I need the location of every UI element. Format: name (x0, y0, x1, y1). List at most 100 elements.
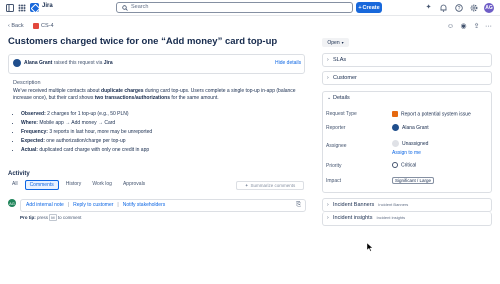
notifications-icon[interactable] (439, 3, 448, 12)
bullet-key: Observed: (21, 111, 46, 117)
reporter-name-text: Alana Grant (402, 124, 429, 131)
summarize-comments-button[interactable]: ✦ Summarize comments (236, 181, 304, 190)
bullet-key: Frequency: (21, 129, 48, 135)
reporter-line: Alana Grant raised this request via Jira (24, 60, 113, 66)
comment-editor[interactable]: Add internal note | Reply to customer | Noti… (20, 199, 306, 212)
sidebar-toggle-icon[interactable] (5, 3, 14, 12)
issue-type-icon (33, 23, 39, 29)
mouse-cursor-icon (366, 242, 374, 254)
assign-to-me-link[interactable]: Assign to me (392, 150, 421, 156)
notify-stakeholders-link[interactable]: Notify stakeholders (123, 202, 166, 208)
request-type-icon (392, 111, 398, 117)
customer-section[interactable]: › Customer (322, 71, 492, 85)
description-text[interactable]: We’ve received multiple contacts about d… (13, 88, 303, 102)
reporter-avatar (392, 124, 399, 131)
share-icon[interactable]: ⇪ (472, 22, 481, 30)
bullet-text: one authorization/charge per top-up (44, 138, 126, 144)
priority-text: Critical (401, 162, 417, 169)
back-link[interactable]: ‹ Back (8, 23, 24, 29)
incident-banners-header: › Incident Banners Incident Banners (327, 202, 408, 208)
reporter-value[interactable]: Alana Grant (392, 124, 429, 131)
comment-action-links: Add internal note | Reply to customer | Noti… (26, 202, 165, 208)
tab-work-log[interactable]: Work log (88, 180, 116, 190)
create-button[interactable]: + Create (356, 2, 382, 13)
list-item: Expected: one authorization/charge per t… (21, 137, 303, 146)
bullet-text: duplicated card charge with only one cre… (37, 147, 150, 153)
status-label: Open (327, 39, 340, 46)
unassigned-avatar-icon (392, 140, 399, 147)
description-text-part: We’ve received multiple contacts about (13, 88, 102, 94)
sparkle-icon: ✦ (244, 182, 249, 188)
bullet-key: Where: (21, 120, 38, 126)
list-item: Observed: 2 charges for 1 top-up (e.g., … (21, 110, 303, 119)
request-type-value[interactable]: Report a potential system issue (392, 111, 471, 117)
reply-to-customer-link[interactable]: Reply to customer (73, 202, 113, 208)
tab-all[interactable]: All (8, 180, 22, 190)
incident-insights-tag: Incident insights (376, 215, 406, 220)
back-label: Back (11, 23, 24, 29)
tab-approvals[interactable]: Approvals (119, 180, 149, 190)
priority-label: Priority (326, 163, 342, 169)
slas-section[interactable]: › SLAs (322, 53, 492, 67)
impact-label: Impact (326, 178, 342, 184)
jira-logo-icon[interactable] (30, 3, 39, 12)
pro-tip-text: to comment (56, 215, 82, 220)
list-item: Frequency: 3 reports in last hour, more … (21, 128, 303, 137)
pro-tip-label: Pro tip: (20, 215, 36, 220)
incident-insights-section[interactable]: › Incident insights Incident insights (322, 212, 492, 226)
tab-comments[interactable]: Comments (24, 180, 59, 190)
list-item: Actual: duplicated card charge with only… (21, 146, 303, 155)
reporter-avatar (13, 59, 21, 67)
app-name[interactable]: Jira (42, 3, 53, 9)
svg-text:?: ? (457, 5, 460, 11)
customer-header: › Customer (327, 75, 357, 81)
details-header[interactable]: ⌄ Details (327, 95, 350, 101)
summarize-label: Summarize comments (250, 183, 296, 188)
watch-eye-icon[interactable]: ◉ (459, 22, 468, 30)
more-actions-icon[interactable]: ··· (484, 22, 493, 30)
impact-tag: Significant / Large (392, 177, 435, 184)
bullet-key: Actual: (21, 147, 38, 153)
issue-title[interactable]: Customers charged twice for one “Add mon… (8, 36, 277, 47)
incident-banners-tag: Incident Banners (378, 202, 409, 207)
slas-label: SLAs (333, 57, 347, 63)
activity-heading: Activity (8, 171, 30, 177)
priority-value[interactable]: Critical (392, 162, 416, 168)
assignee-value[interactable]: Unassigned (392, 140, 428, 147)
customer-label: Customer (333, 75, 357, 81)
bullet-text: 2 charges for 1 top-up (e.g., 50 PLN) (45, 111, 129, 117)
impact-value[interactable]: Significant / Large (392, 177, 435, 184)
tab-history[interactable]: History (62, 180, 86, 190)
reporter-name[interactable]: Alana Grant (24, 60, 52, 66)
hide-details-link[interactable]: Hide details (275, 60, 301, 66)
app-switcher-icon[interactable] (17, 3, 26, 12)
description-label: Description (13, 80, 41, 86)
add-internal-note-link[interactable]: Add internal note (26, 202, 64, 208)
keyboard-key: M (49, 214, 57, 221)
description-bold: two transactions/authorizations (94, 95, 171, 101)
search-placeholder: Search (131, 4, 149, 10)
issue-key-link[interactable]: CS-4 (41, 23, 54, 29)
search-input[interactable]: Search (116, 2, 353, 13)
incident-banners-label: Incident Banners (333, 202, 375, 208)
incident-insights-header: › Incident insights Incident insights (327, 215, 405, 221)
assignee-text: Unassigned (402, 140, 429, 147)
settings-gear-icon[interactable] (469, 3, 478, 12)
commenter-avatar: AG (8, 199, 16, 207)
feedback-icon[interactable]: ☺ (446, 22, 455, 30)
details-label: Details (333, 95, 350, 101)
sparkle-icon[interactable]: ✦ (424, 3, 433, 12)
user-avatar[interactable]: AG (484, 3, 494, 13)
incident-banners-section[interactable]: › Incident Banners Incident Banners (322, 198, 492, 212)
status-dropdown[interactable]: Open ▾ (322, 38, 349, 47)
help-icon[interactable]: ? (454, 3, 463, 12)
incident-insights-label: Incident insights (333, 215, 373, 221)
activity-tabs: All Comments History Work log Approvals (8, 180, 149, 190)
attachment-icon[interactable]: ⎘ (296, 202, 301, 209)
list-item: Where: Mobile app → Add money → Card (21, 119, 303, 128)
description-text-part: for the same amount. (170, 95, 219, 101)
slas-header: › SLAs (327, 57, 346, 63)
pro-tip: Pro tip: press M to comment (20, 214, 81, 221)
pro-tip-text: press (35, 215, 50, 220)
description-bullet-list: Observed: 2 charges for 1 top-up (e.g., … (13, 110, 303, 155)
